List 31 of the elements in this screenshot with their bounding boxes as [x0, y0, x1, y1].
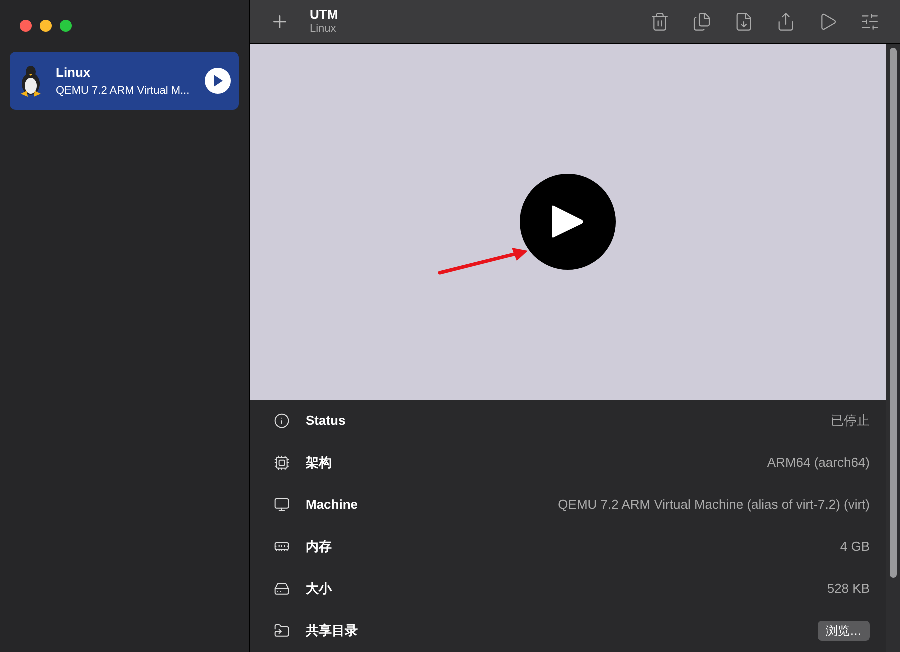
- detail-label: Machine: [306, 496, 358, 514]
- window-subtitle: Linux: [310, 22, 338, 36]
- detail-label: 架构: [306, 454, 332, 472]
- vm-list-item[interactable]: Linux QEMU 7.2 ARM Virtual M...: [10, 52, 239, 110]
- play-button[interactable]: [205, 68, 231, 94]
- monitor-icon: [274, 497, 290, 513]
- browse-button[interactable]: 浏览…: [818, 621, 870, 641]
- play-icon: [213, 75, 223, 87]
- detail-value: QEMU 7.2 ARM Virtual Machine (alias of virt-7.2) (virt): [558, 496, 870, 514]
- detail-value: 4 GB: [840, 538, 870, 556]
- copy-icon[interactable]: [692, 12, 712, 32]
- vm-name: Linux: [56, 64, 92, 82]
- detail-label: Status: [306, 412, 346, 430]
- window-title: UTM: [310, 6, 338, 23]
- share-icon[interactable]: [776, 12, 796, 32]
- file-download-icon[interactable]: [734, 12, 754, 32]
- info-icon: [274, 413, 290, 429]
- play-icon: [551, 204, 585, 240]
- detail-value: 已停止: [831, 412, 870, 430]
- trash-icon[interactable]: [650, 12, 670, 32]
- detail-value: ARM64 (aarch64): [767, 454, 870, 472]
- drive-icon: [274, 581, 290, 597]
- detail-value: 528 KB: [827, 580, 870, 598]
- detail-label: 共享目录: [306, 622, 358, 640]
- scrollbar[interactable]: [886, 44, 900, 652]
- detail-label: 大小: [306, 580, 332, 598]
- settings-icon[interactable]: [860, 12, 880, 32]
- shared-drive-icon: [274, 623, 290, 639]
- detail-label: 内存: [306, 538, 332, 556]
- vm-description: QEMU 7.2 ARM Virtual M...: [56, 84, 191, 98]
- chip-icon: [274, 455, 290, 471]
